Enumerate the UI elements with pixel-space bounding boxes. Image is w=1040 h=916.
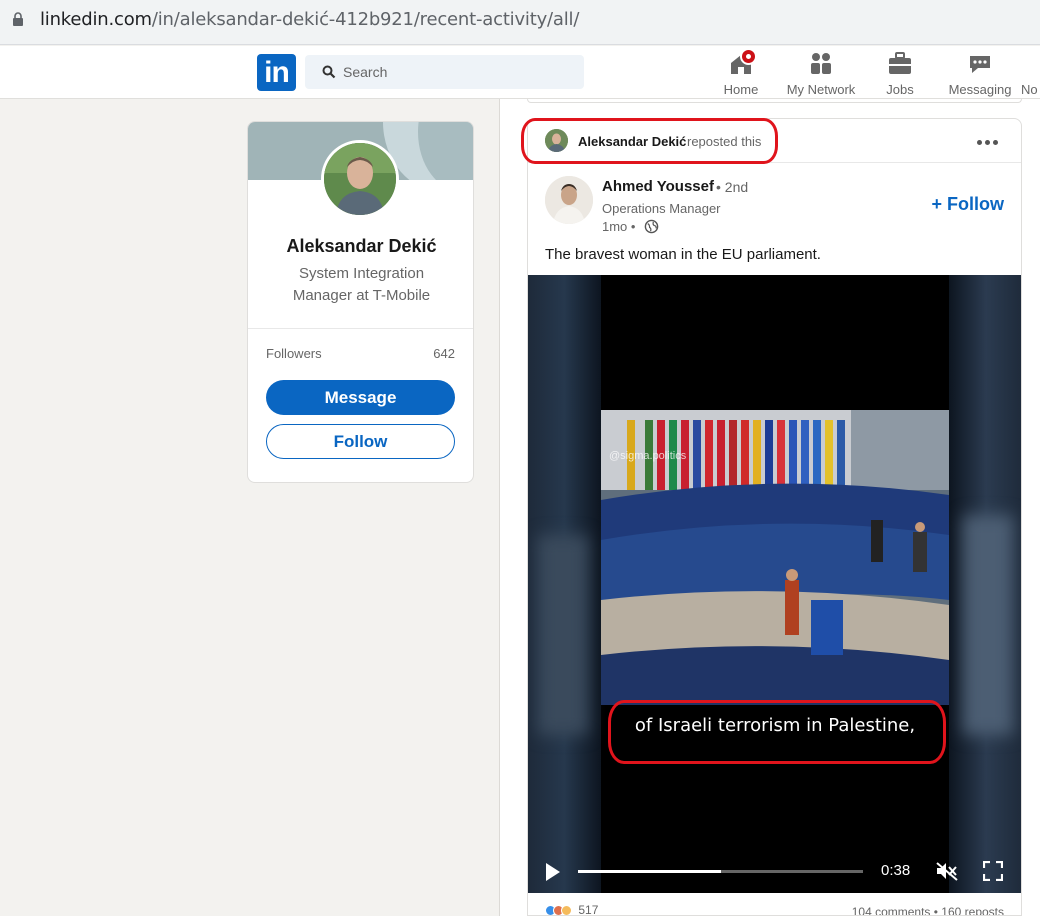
home-icon	[727, 48, 757, 78]
linkedin-logo[interactable]: in	[257, 54, 296, 91]
url-path: /in/aleksandar-dekić-412b921/recent-acti…	[151, 9, 580, 30]
profile-headline: System Integration Manager at T-Mobile	[292, 265, 431, 304]
play-icon[interactable]	[546, 863, 560, 881]
profile-card-divider	[248, 328, 473, 329]
reactions-count: 517	[578, 903, 599, 916]
video-blur-left	[528, 275, 601, 893]
lock-icon	[13, 12, 23, 26]
nav-home[interactable]: Home	[721, 48, 761, 98]
author-title: Operations Manager	[602, 201, 721, 216]
previous-post-edge	[527, 99, 1022, 103]
author-name[interactable]: Ahmed Youssef	[602, 178, 714, 195]
search-icon	[322, 65, 336, 79]
annotation-highlight-repost	[521, 118, 778, 164]
followers-label: Followers	[266, 346, 322, 361]
follow-author-button[interactable]: + Follow	[931, 194, 1004, 215]
annotation-highlight-subtitle	[608, 700, 946, 764]
feed-post: Aleksandar Dekić reposted this Ahmed You…	[527, 118, 1022, 916]
notification-badge	[740, 48, 757, 65]
nav-notifications[interactable]: No	[1021, 50, 1040, 98]
author-avatar[interactable]	[545, 176, 593, 224]
briefcase-icon	[886, 50, 914, 78]
video-controls: 0:38	[528, 849, 1021, 893]
follow-button[interactable]: Follow	[266, 424, 455, 459]
followers-count: 642	[433, 346, 455, 361]
url-host: linkedin.com	[40, 9, 152, 30]
mute-icon[interactable]	[935, 861, 959, 881]
nav-my-network[interactable]: My Network	[782, 50, 860, 98]
video-frame: @sigma.politics	[601, 410, 949, 705]
nav-my-network-label: My Network	[786, 82, 856, 97]
profile-avatar[interactable]	[321, 140, 399, 218]
more-options-icon[interactable]	[977, 132, 1005, 148]
connection-degree: • 2nd	[716, 179, 749, 195]
search-input[interactable]	[343, 61, 573, 83]
nav-messaging[interactable]: Messaging	[947, 50, 1013, 98]
video-time: 0:38	[881, 862, 911, 879]
comments-reposts-count[interactable]: 104 comments • 160 reposts	[852, 905, 1004, 915]
column-divider	[499, 99, 500, 916]
post-time: 1mo •	[602, 219, 636, 234]
browser-url-bar[interactable]: linkedin.com/in/aleksandar-dekić-412b921…	[0, 0, 1040, 40]
nav-messaging-label: Messaging	[948, 82, 1012, 97]
url-text[interactable]: linkedin.com/in/aleksandar-dekić-412b921…	[40, 9, 579, 30]
browser-divider	[0, 40, 1040, 45]
video-progress-fill	[578, 870, 721, 873]
video-watermark: @sigma.politics	[609, 450, 687, 462]
post-text: The bravest woman in the EU parliament.	[545, 246, 821, 263]
support-reaction-icon	[561, 905, 572, 915]
video-progress-bar[interactable]	[578, 870, 863, 873]
video-player[interactable]: @sigma.politics of Israeli terrorism in …	[528, 275, 1021, 893]
nav-home-label: Home	[723, 82, 759, 97]
nav-jobs-label: Jobs	[886, 82, 914, 97]
message-button[interactable]: Message	[266, 380, 455, 415]
nav-jobs[interactable]: Jobs	[883, 50, 917, 98]
linkedin-top-nav: in Home My Network Jobs Messaging No	[0, 46, 1040, 99]
video-blur-right	[949, 275, 1021, 893]
chat-icon	[966, 50, 994, 78]
profile-name[interactable]: Aleksandar Dekić	[248, 236, 473, 257]
network-icon	[807, 50, 835, 78]
nav-notifications-label: No	[1021, 82, 1038, 97]
reactions-summary[interactable]: 517	[545, 903, 599, 916]
fullscreen-icon[interactable]	[983, 861, 1003, 881]
globe-icon	[644, 219, 659, 234]
profile-card: Aleksandar Dekić System Integration Mana…	[247, 121, 474, 483]
bell-icon	[1021, 50, 1040, 78]
search-box[interactable]	[305, 55, 584, 89]
